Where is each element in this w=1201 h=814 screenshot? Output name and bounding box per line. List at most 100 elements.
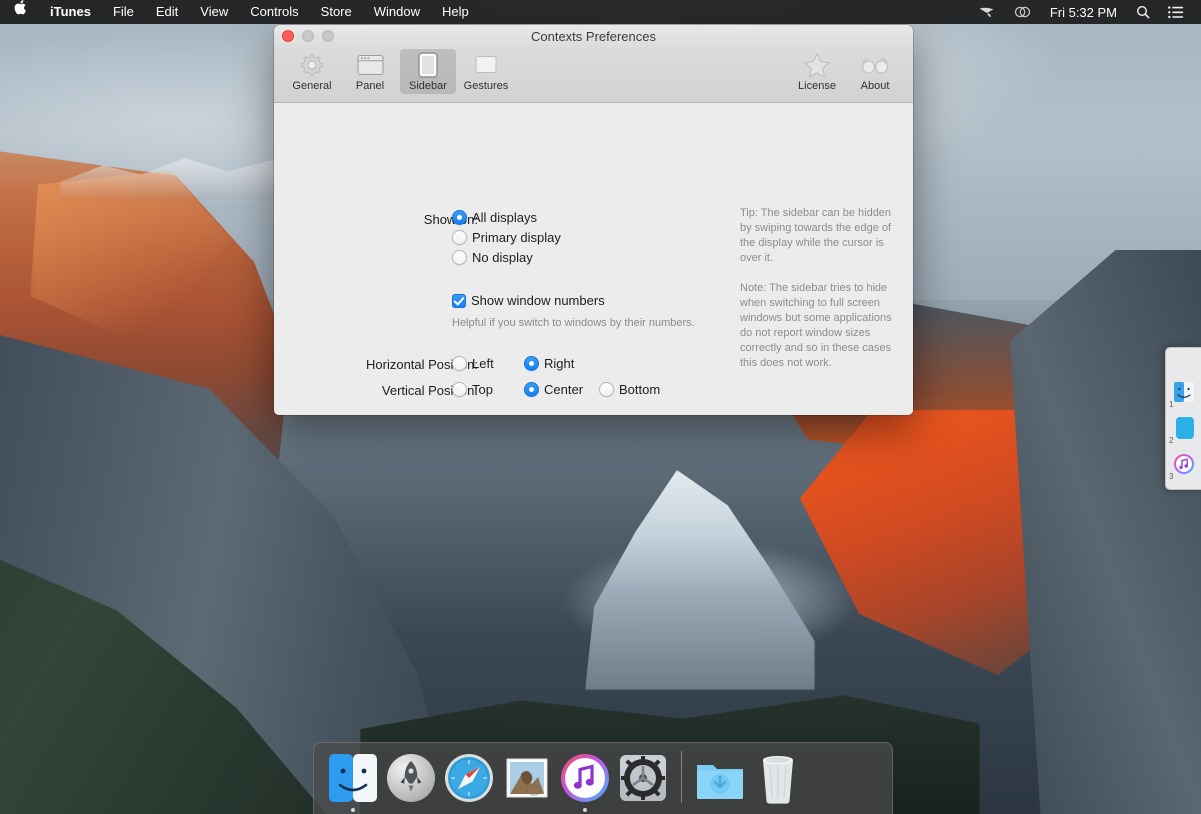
glasses-icon bbox=[860, 51, 890, 79]
menu-view[interactable]: View bbox=[189, 0, 239, 24]
show-window-numbers-helper: Helpful if you switch to windows by thei… bbox=[452, 317, 695, 329]
toolbar-button-license[interactable]: License bbox=[789, 49, 845, 94]
downloads-folder-icon bbox=[694, 753, 746, 803]
blue-app-icon bbox=[1173, 416, 1195, 440]
finder-icon bbox=[1173, 381, 1195, 403]
creative-cloud-icon[interactable] bbox=[1005, 0, 1040, 24]
dock-item-launchpad[interactable] bbox=[382, 749, 440, 807]
search-icon[interactable] bbox=[1127, 0, 1159, 24]
toolbar-button-about[interactable]: About bbox=[847, 49, 903, 94]
radio-vertical-top[interactable]: Top bbox=[452, 382, 493, 397]
radio-all-displays-control[interactable] bbox=[452, 210, 467, 225]
running-indicator bbox=[583, 808, 587, 812]
safari-icon bbox=[443, 752, 495, 804]
radio-vertical-bottom[interactable]: Bottom bbox=[599, 382, 660, 397]
dock-item-finder[interactable] bbox=[324, 749, 382, 807]
radio-vertical-center-control[interactable] bbox=[524, 382, 539, 397]
radio-horizontal-right[interactable]: Right bbox=[524, 356, 574, 371]
menu-itunes[interactable]: iTunes bbox=[39, 0, 102, 24]
dock-item-mail[interactable] bbox=[498, 749, 556, 807]
radio-vertical-center[interactable]: Center bbox=[524, 382, 583, 397]
finder-icon bbox=[327, 752, 379, 804]
contexts-sidebar-item-1[interactable]: 1 bbox=[1166, 374, 1201, 410]
toolbar-tab-panel-label: Panel bbox=[356, 80, 384, 92]
radio-primary-display-control[interactable] bbox=[452, 230, 467, 245]
menu-controls[interactable]: Controls bbox=[239, 0, 309, 24]
toolbar-tab-panel[interactable]: Panel bbox=[342, 49, 398, 94]
toolbar-tab-general-label: General bbox=[292, 80, 331, 92]
sidebar-preferences-pane: Show on: All displays Primary display No… bbox=[274, 103, 913, 415]
contexts-preferences-window: Contexts Preferences General bbox=[274, 25, 913, 415]
checkbox-show-window-numbers-control[interactable] bbox=[452, 294, 466, 308]
window-titlebar[interactable]: Contexts Preferences bbox=[274, 25, 913, 47]
sidebar-icon bbox=[418, 51, 438, 79]
dock-item-safari[interactable] bbox=[440, 749, 498, 807]
window-icon bbox=[357, 51, 384, 79]
wallpaper-right-granite bbox=[1010, 250, 1201, 814]
menu-bar-items: iTunes File Edit View Controls Store Win… bbox=[0, 0, 480, 24]
radio-vertical-top-control[interactable] bbox=[452, 382, 467, 397]
menu-bar-status-items: Fri 5:32 PM bbox=[970, 0, 1201, 24]
checkbox-show-window-numbers-label: Show window numbers bbox=[471, 293, 605, 308]
toolbar-tab-gestures[interactable]: Gestures bbox=[458, 49, 514, 94]
dock-separator bbox=[681, 751, 682, 803]
contexts-sidebar-number-1: 1 bbox=[1169, 400, 1173, 409]
show-on-label-row: Show on: bbox=[298, 212, 478, 227]
note-text: Note: The sidebar tries to hide when swi… bbox=[740, 281, 900, 371]
square-icon bbox=[474, 51, 498, 79]
menu-file[interactable]: File bbox=[102, 0, 145, 24]
checkbox-show-window-numbers[interactable]: Show window numbers bbox=[452, 293, 605, 308]
radio-horizontal-left[interactable]: Left bbox=[452, 356, 494, 371]
radio-all-displays[interactable]: All displays bbox=[452, 210, 537, 225]
contexts-sidebar-item-3[interactable]: 3 bbox=[1166, 446, 1201, 482]
radio-horizontal-left-label: Left bbox=[472, 356, 494, 371]
notification-center-icon[interactable] bbox=[1159, 0, 1193, 24]
toolbar-button-license-label: License bbox=[798, 80, 836, 92]
contexts-sidebar-widget[interactable]: 1 2 3 bbox=[1165, 347, 1201, 490]
toolbar-tab-general[interactable]: General bbox=[284, 49, 340, 94]
dock-item-itunes[interactable] bbox=[556, 749, 614, 807]
menu-help[interactable]: Help bbox=[431, 0, 480, 24]
radio-vertical-bottom-label: Bottom bbox=[619, 382, 660, 397]
dock-item-downloads[interactable] bbox=[691, 749, 749, 807]
menu-bar-clock[interactable]: Fri 5:32 PM bbox=[1040, 5, 1127, 20]
radio-horizontal-left-control[interactable] bbox=[452, 356, 467, 371]
trash-icon bbox=[754, 752, 802, 804]
tip-text: Tip: The sidebar can be hidden by swipin… bbox=[740, 206, 900, 266]
contexts-sidebar-number-3: 3 bbox=[1169, 472, 1173, 481]
menu-store[interactable]: Store bbox=[310, 0, 363, 24]
radio-horizontal-right-control[interactable] bbox=[524, 356, 539, 371]
menu-edit[interactable]: Edit bbox=[145, 0, 189, 24]
toolbar-tab-sidebar[interactable]: Sidebar bbox=[400, 49, 456, 94]
radio-horizontal-right-label: Right bbox=[544, 356, 574, 371]
running-indicator bbox=[351, 808, 355, 812]
itunes-icon bbox=[1173, 453, 1195, 475]
contexts-sidebar-item-2[interactable]: 2 bbox=[1166, 410, 1201, 446]
radio-vertical-bottom-control[interactable] bbox=[599, 382, 614, 397]
radio-vertical-center-label: Center bbox=[544, 382, 583, 397]
dock-item-trash[interactable] bbox=[749, 749, 807, 807]
radio-no-display-label: No display bbox=[472, 250, 533, 265]
launchpad-icon bbox=[385, 752, 437, 804]
vertical-position-label-row: Vertical Position: bbox=[298, 383, 478, 398]
pointer-icon[interactable] bbox=[970, 0, 1005, 24]
toolbar-left-group: General Panel bbox=[284, 47, 514, 94]
itunes-icon bbox=[559, 752, 611, 804]
radio-primary-display[interactable]: Primary display bbox=[452, 230, 561, 245]
toolbar-right-group: License About bbox=[789, 47, 903, 94]
dock bbox=[313, 742, 893, 814]
show-window-numbers-helper-text: Helpful if you switch to windows by thei… bbox=[452, 317, 695, 329]
menu-window[interactable]: Window bbox=[363, 0, 431, 24]
apple-menu-icon[interactable] bbox=[0, 0, 39, 24]
radio-primary-display-label: Primary display bbox=[472, 230, 561, 245]
radio-all-displays-label: All displays bbox=[472, 210, 537, 225]
system-preferences-icon bbox=[617, 752, 669, 804]
gear-icon bbox=[299, 51, 325, 79]
contexts-sidebar-number-2: 2 bbox=[1169, 436, 1173, 445]
horizontal-position-label-row: Horizontal Position: bbox=[298, 357, 478, 372]
radio-no-display-control[interactable] bbox=[452, 250, 467, 265]
toolbar-tab-gestures-label: Gestures bbox=[464, 80, 509, 92]
dock-item-system-preferences[interactable] bbox=[614, 749, 672, 807]
window-title: Contexts Preferences bbox=[274, 29, 913, 44]
radio-no-display[interactable]: No display bbox=[452, 250, 533, 265]
